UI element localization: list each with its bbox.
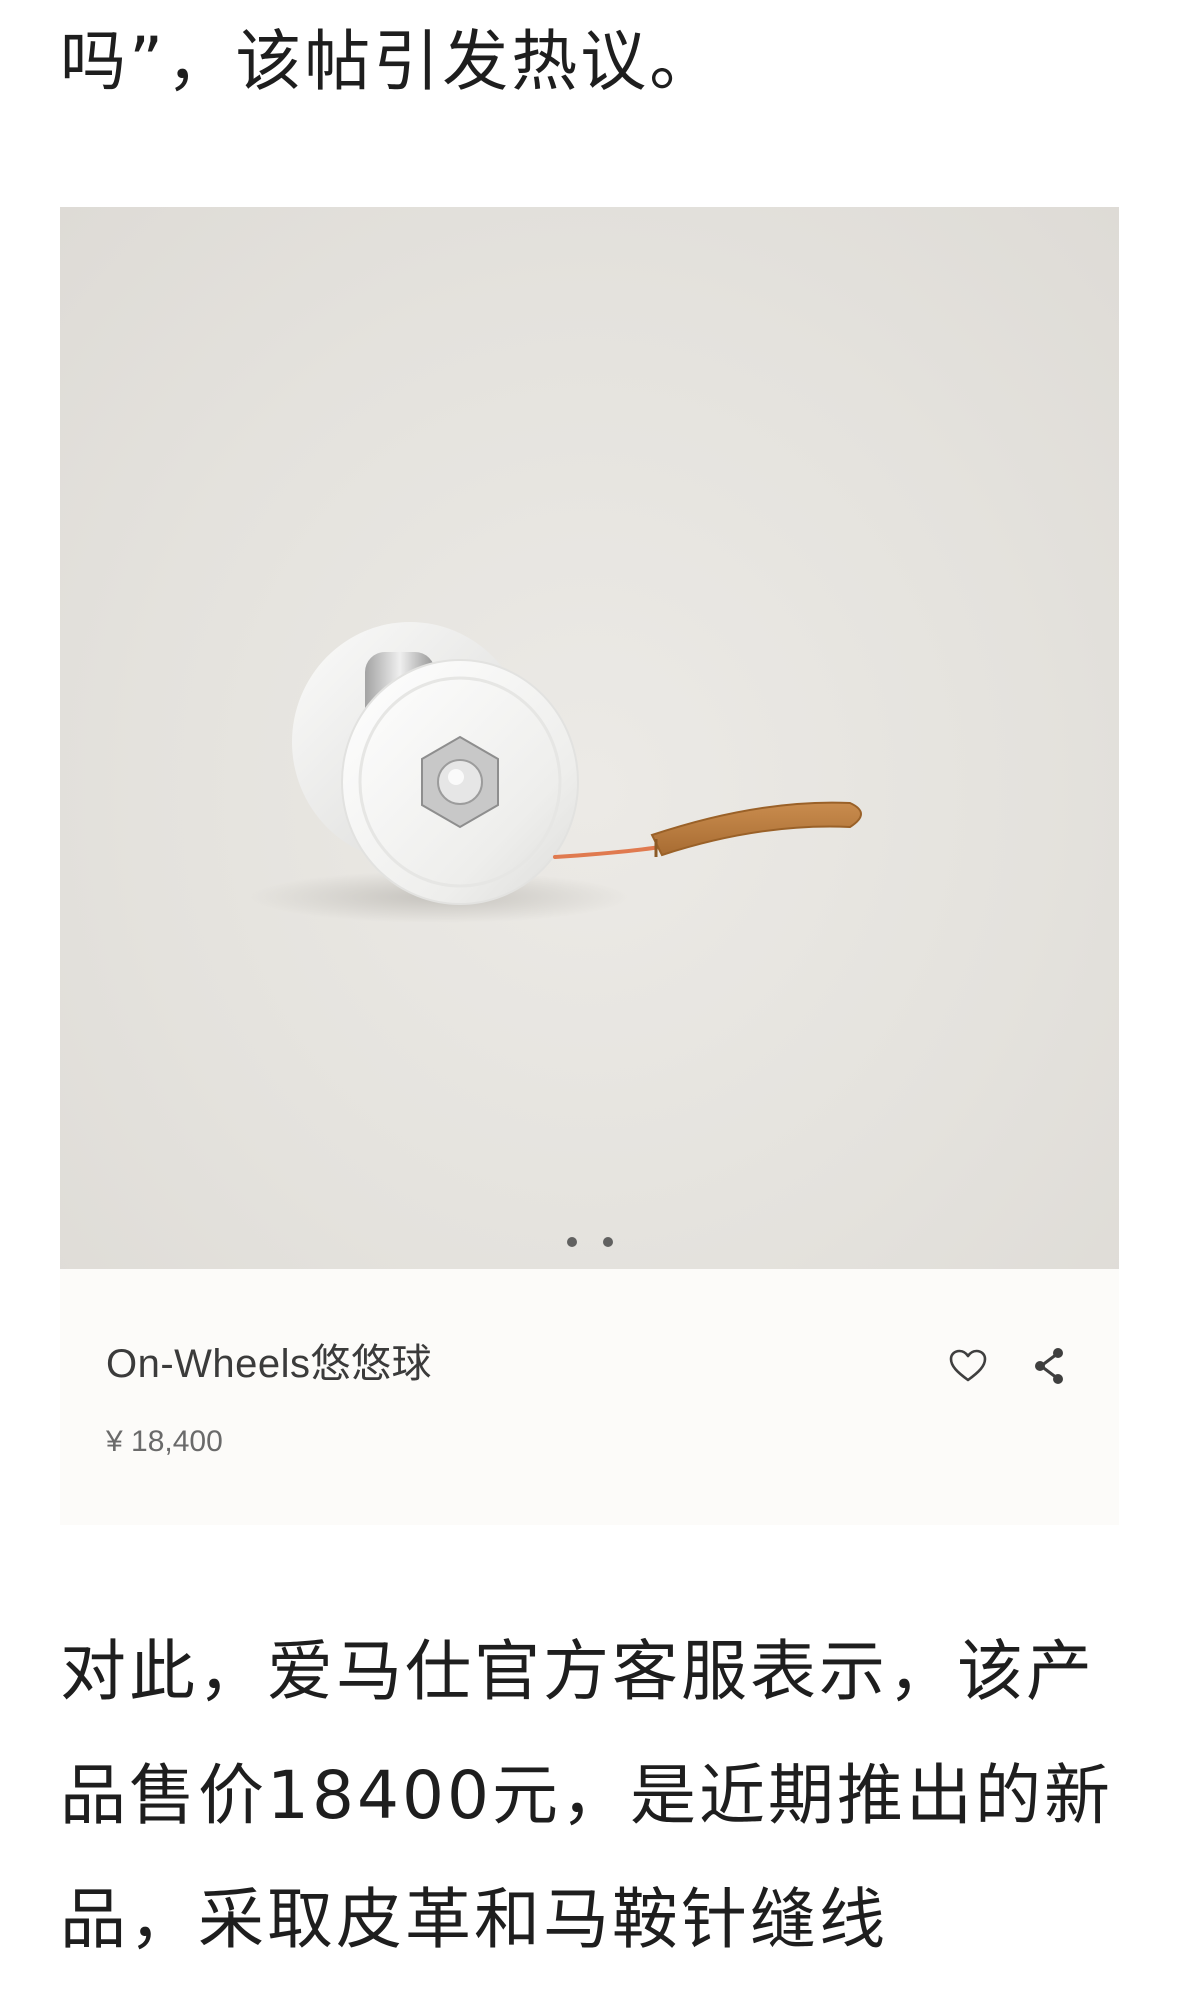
yoyo-illustration <box>250 622 862 923</box>
article-intro-text: 吗”，该帖引发热议。 <box>60 23 719 100</box>
article-paragraph: 对此，爱马仕官方客服表示，该产品售价18400元，是近期推出的新品，采取皮革和马… <box>60 1633 1113 1958</box>
yoyo-cord <box>553 845 662 859</box>
product-price: ¥ 18,400 <box>106 1425 223 1458</box>
carousel-dot-2[interactable] <box>602 1237 613 1247</box>
share-icon <box>1035 1348 1063 1384</box>
carousel-dot-1[interactable] <box>566 1237 577 1247</box>
product-card[interactable]: On-Wheels悠悠球 ¥ 18,400 <box>60 207 1119 1525</box>
carousel-dots[interactable] <box>60 1227 1119 1257</box>
favorite-button[interactable] <box>943 1341 993 1391</box>
product-image[interactable] <box>60 207 1119 1269</box>
product-name[interactable]: On-Wheels悠悠球 <box>106 1331 432 1389</box>
product-info: On-Wheels悠悠球 ¥ 18,400 <box>60 1269 1119 1525</box>
heart-outline-icon <box>949 1349 987 1382</box>
share-button[interactable] <box>1024 1341 1074 1391</box>
leather-strap <box>650 801 862 857</box>
